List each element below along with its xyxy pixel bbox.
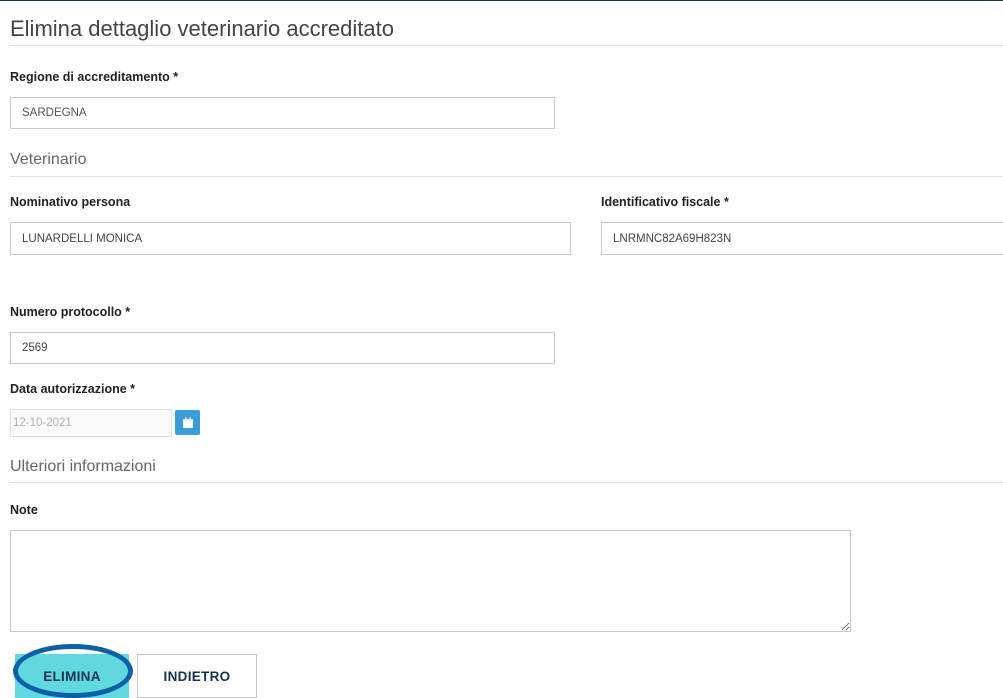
regione-field[interactable]: SARDEGNA: [10, 97, 555, 129]
note-label: Note: [10, 503, 38, 517]
protocollo-label: Numero protocollo *: [10, 305, 131, 319]
data-autorizzazione-label: Data autorizzazione *: [10, 382, 136, 396]
indietro-button[interactable]: INDIETRO: [137, 654, 257, 698]
nominativo-label: Nominativo persona: [10, 195, 131, 209]
note-textarea[interactable]: [10, 530, 851, 632]
section-veterinario: Veterinario: [10, 151, 87, 168]
calendar-icon: [182, 417, 193, 428]
fiscale-label: Identificativo fiscale *: [601, 195, 729, 209]
fiscale-field[interactable]: LNRMNC82A69H823N: [601, 222, 1003, 255]
page-title: Elimina dettaglio veterinario accreditat…: [10, 16, 394, 41]
section-ulteriori-divider: [10, 482, 1003, 483]
title-divider: [10, 45, 1003, 46]
regione-label: Regione di accreditamento *: [10, 70, 179, 84]
data-autorizzazione-field[interactable]: 12-10-2021: [10, 409, 172, 437]
elimina-button[interactable]: ELIMINA: [15, 654, 129, 698]
top-border: [0, 0, 1003, 1]
section-veterinario-divider: [10, 176, 1003, 177]
calendar-button[interactable]: [175, 410, 200, 435]
nominativo-field[interactable]: LUNARDELLI MONICA: [10, 222, 571, 255]
section-ulteriori: Ulteriori informazioni: [10, 458, 156, 475]
protocollo-field[interactable]: 2569: [10, 332, 555, 364]
